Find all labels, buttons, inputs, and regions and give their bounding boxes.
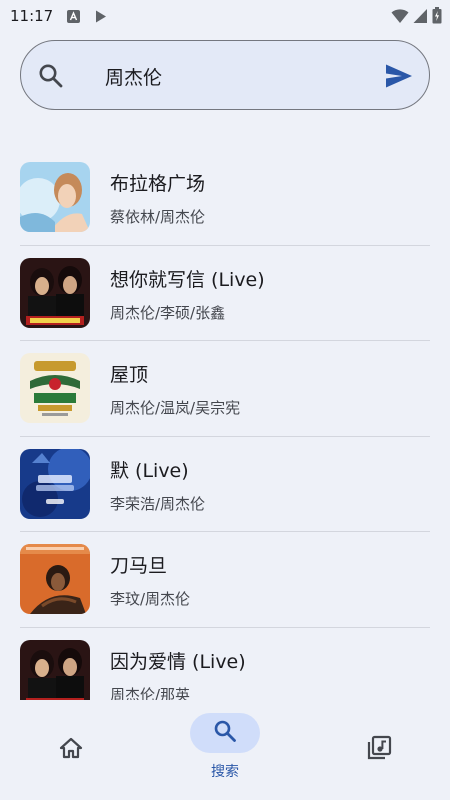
- song-artist: 周杰伦/那英: [110, 685, 191, 700]
- song-row[interactable]: 默 (Live) 李荣浩/周杰伦: [0, 437, 450, 533]
- send-icon[interactable]: [385, 63, 413, 89]
- song-title: 想你就写信 (Live): [110, 268, 265, 291]
- status-time: 11:17: [10, 7, 54, 25]
- song-row[interactable]: 刀马旦 李玟/周杰伦: [0, 532, 450, 628]
- album-cover: [20, 162, 90, 232]
- home-icon: [59, 737, 83, 763]
- nav-search[interactable]: [190, 713, 260, 753]
- wifi-icon: [391, 8, 409, 28]
- song-title: 刀马旦: [110, 555, 168, 578]
- search-icon[interactable]: [38, 63, 64, 89]
- nav-home[interactable]: [48, 732, 94, 768]
- album-cover: [20, 448, 90, 519]
- song-artist: 蔡依林/周杰伦: [110, 208, 206, 226]
- song-title: 屋顶: [110, 364, 149, 387]
- battery-icon: [432, 7, 442, 28]
- album-cover: [20, 639, 90, 700]
- search-input[interactable]: [105, 61, 385, 91]
- song-row[interactable]: 因为爱情 (Live) 周杰伦/那英: [0, 628, 450, 700]
- song-artist: 李玟/周杰伦: [110, 590, 191, 609]
- album-cover: [20, 544, 90, 615]
- song-row[interactable]: 布拉格广场 蔡依林/周杰伦: [0, 150, 450, 246]
- song-artist: 周杰伦/李硕/张鑫: [110, 303, 226, 322]
- signal-icon: [413, 8, 428, 28]
- album-cover: [20, 353, 90, 424]
- song-title: 布拉格广场: [110, 173, 206, 195]
- search-bar[interactable]: [20, 40, 430, 110]
- song-list[interactable]: 布拉格广场 蔡依林/周杰伦 想你就写信 (Live) 周杰伦/李硕/张鑫 屋顶 …: [0, 150, 450, 700]
- song-title: 默 (Live): [110, 459, 189, 482]
- nav-search-label[interactable]: 搜索: [190, 761, 260, 781]
- song-row[interactable]: 想你就写信 (Live) 周杰伦/李硕/张鑫: [0, 246, 450, 342]
- song-title: 因为爱情 (Live): [110, 650, 246, 673]
- status-right: [391, 7, 442, 28]
- bottom-navigation: 搜索: [0, 700, 450, 800]
- nav-library[interactable]: [356, 732, 402, 768]
- music-library-icon: [366, 735, 392, 765]
- song-row[interactable]: 屋顶 周杰伦/温岚/吴宗宪: [0, 341, 450, 437]
- play-store-icon: [94, 10, 107, 23]
- search-icon: [213, 719, 237, 747]
- song-artist: 李荣浩/周杰伦: [110, 494, 206, 513]
- translate-a-icon: [67, 9, 81, 23]
- status-bar: 11:17: [0, 0, 450, 32]
- album-cover: [20, 257, 90, 328]
- song-artist: 周杰伦/温岚/吴宗宪: [110, 399, 241, 418]
